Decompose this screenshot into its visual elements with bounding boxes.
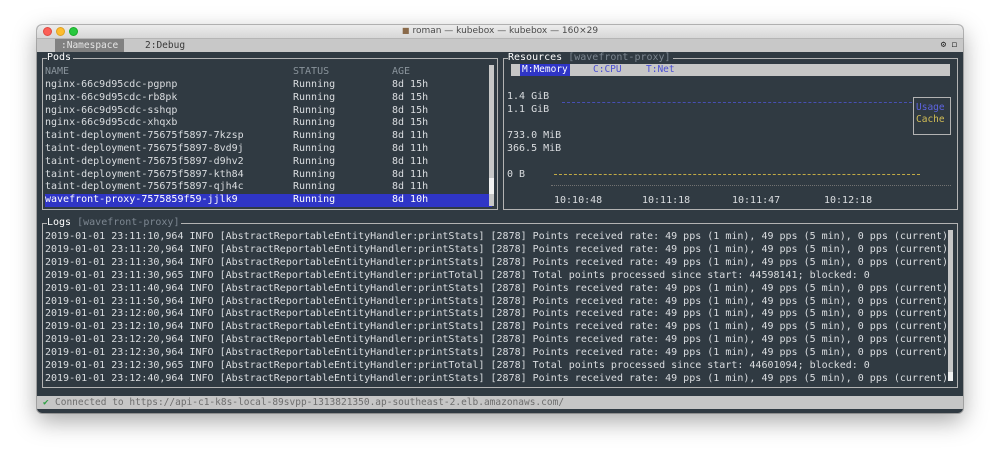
pod-name: taint-deployment-75675f5897-8vd9j xyxy=(45,143,244,154)
x-axis xyxy=(551,185,951,186)
log-line: 2019-01-01 23:11:20,964 INFO [AbstractRe… xyxy=(45,243,955,255)
usage-series-line xyxy=(562,102,912,103)
pod-age: 8d 11h xyxy=(392,155,429,167)
pod-age: 8d 11h xyxy=(392,130,429,142)
tab-namespace-label: :Namespace xyxy=(61,40,119,51)
tab-namespace[interactable]: :Namespace xyxy=(55,39,125,52)
pod-age: 8d 15h xyxy=(392,104,429,116)
pod-name: taint-deployment-75675f5897-7kzsp xyxy=(45,130,244,142)
logs-scrollbar[interactable] xyxy=(948,230,953,380)
column-header-name: NAME xyxy=(45,66,70,77)
x-axis-tick: 10:12:18 xyxy=(824,195,873,206)
resources-pod-name: [wavefront-proxy] xyxy=(568,52,671,63)
x-axis-tick: 10:11:47 xyxy=(732,195,781,206)
pod-age: 8d 15h xyxy=(392,91,429,103)
pod-name: taint-deployment-75675f5897-d9hv2 xyxy=(45,155,244,167)
pods-panel-title: Pods xyxy=(47,52,74,64)
pods-scroll-thumb[interactable] xyxy=(489,178,494,194)
pod-name: nginx-66c9d95cdc-sshqp xyxy=(45,104,178,116)
logs-panel-title: Logs [wavefront-proxy] xyxy=(47,217,182,229)
tab-cpu[interactable]: C:CPU xyxy=(591,64,624,76)
pod-status: Running xyxy=(293,168,336,180)
status-bar: ✔ Connected to https://api-c1-k8s-local-… xyxy=(37,396,963,409)
pod-status: Running xyxy=(293,130,336,142)
pod-status: Running xyxy=(293,117,336,129)
x-axis-tick: 10:10:48 xyxy=(554,195,603,206)
terminal-window: ■ roman — kubebox — kubebox — 160×29 :Nam… xyxy=(37,25,963,413)
pod-age: 8d 10h xyxy=(392,194,429,206)
log-line: 2019-01-01 23:11:10,964 INFO [AbstractRe… xyxy=(45,231,955,242)
column-header-status: STATUS xyxy=(293,66,330,77)
pod-name: nginx-66c9d95cdc-pgpnp xyxy=(45,79,178,90)
resources-panel-title: Resources [wavefront-proxy] xyxy=(508,52,673,64)
cache-series-line xyxy=(554,174,920,175)
pod-age: 8d 11h xyxy=(392,168,429,180)
tab-memory[interactable]: M:Memory xyxy=(520,64,570,76)
legend-cache: Cache xyxy=(916,114,945,125)
logs-title: Logs xyxy=(47,217,72,228)
pod-name: taint-deployment-75675f5897-kth84 xyxy=(45,168,244,180)
pod-status: Running xyxy=(293,143,336,154)
chart-legend: Usage Cache xyxy=(913,97,951,135)
y-axis-label: 1.1 GiB xyxy=(507,104,550,115)
pod-status: Running xyxy=(293,104,336,116)
window-title-text: roman — kubebox — kubebox — 160×29 xyxy=(412,26,599,36)
resources-panel: Resources [wavefront-proxy] M:Memory C:C… xyxy=(503,52,958,210)
y-axis-label: 0 B xyxy=(507,169,526,180)
log-line: 2019-01-01 23:12:10,964 INFO [AbstractRe… xyxy=(45,321,955,333)
tab-debug-label: 2:Debug xyxy=(145,40,186,51)
log-line: 2019-01-01 23:12:20,964 INFO [AbstractRe… xyxy=(45,334,955,346)
pod-age: 8d 11h xyxy=(392,181,429,193)
y-axis-label: 366.5 MiB xyxy=(507,143,562,154)
pods-panel: Pods NAME STATUS AGE nginx-66c9d95cdc-pg… xyxy=(42,52,498,210)
pod-status: Running xyxy=(293,79,336,90)
pod-status: Running xyxy=(293,181,336,193)
tab-net[interactable]: T:Net xyxy=(644,64,677,76)
pod-age: 8d 15h xyxy=(392,117,429,129)
x-axis-tick: 10:11:18 xyxy=(642,195,691,206)
pod-name: nginx-66c9d95cdc-rb8pk xyxy=(45,91,178,103)
tab-bar: :Namespace 2:Debug ⚙ ◻ xyxy=(37,39,963,52)
window-title: ■ roman — kubebox — kubebox — 160×29 xyxy=(37,26,963,36)
column-header-age: AGE xyxy=(392,66,411,77)
log-line: 2019-01-01 23:12:40,964 INFO [AbstractRe… xyxy=(45,372,955,384)
log-line: 2019-01-01 23:11:50,964 INFO [AbstractRe… xyxy=(45,295,955,307)
logs-panel: Logs [wavefront-proxy] 2019-01-01 23:11:… xyxy=(42,217,958,388)
pods-title: Pods xyxy=(47,52,72,63)
logs-scroll-thumb[interactable] xyxy=(948,372,953,381)
pod-status: Running xyxy=(293,194,336,206)
pod-age: 8d 11h xyxy=(392,143,429,154)
pod-status: Running xyxy=(293,155,336,167)
pod-name: nginx-66c9d95cdc-xhqxb xyxy=(45,117,178,129)
logs-pod-name: [wavefront-proxy] xyxy=(77,217,180,228)
pod-age: 8d 15h xyxy=(392,79,429,90)
log-line: 2019-01-01 23:12:30,964 INFO [AbstractRe… xyxy=(45,347,955,359)
tab-controls[interactable]: ⚙ ◻ xyxy=(941,39,957,52)
log-line: 2019-01-01 23:11:40,964 INFO [AbstractRe… xyxy=(45,282,955,294)
legend-usage: Usage xyxy=(916,102,945,113)
resources-tab-bar: M:Memory C:CPU T:Net xyxy=(511,64,950,76)
pod-row[interactable]: wavefront-proxy-7575859f59-jjlk9 Running 8… xyxy=(45,194,492,207)
y-axis-label: 1.4 GiB xyxy=(507,91,550,102)
tab-debug[interactable]: 2:Debug xyxy=(139,39,191,52)
home-icon: ■ xyxy=(401,26,410,35)
y-axis-label: 733.0 MiB xyxy=(507,130,562,141)
log-line: 2019-01-01 23:11:30,965 INFO [AbstractRe… xyxy=(45,269,870,281)
resources-title: Resources xyxy=(508,52,563,63)
check-icon: ✔ xyxy=(43,397,49,408)
pod-name: wavefront-proxy-7575859f59-jjlk9 xyxy=(45,194,238,206)
log-line: 2019-01-01 23:11:30,964 INFO [AbstractRe… xyxy=(45,256,955,268)
log-line: 2019-01-01 23:12:30,965 INFO [AbstractRe… xyxy=(45,360,870,371)
connection-status: Connected to https://api-c1-k8s-local-89… xyxy=(55,397,565,408)
pod-name: taint-deployment-75675f5897-qjh4c xyxy=(45,181,244,193)
title-bar: ■ roman — kubebox — kubebox — 160×29 xyxy=(37,25,963,39)
log-line: 2019-01-01 23:12:00,964 INFO [AbstractRe… xyxy=(45,308,955,320)
pod-status: Running xyxy=(293,91,336,103)
